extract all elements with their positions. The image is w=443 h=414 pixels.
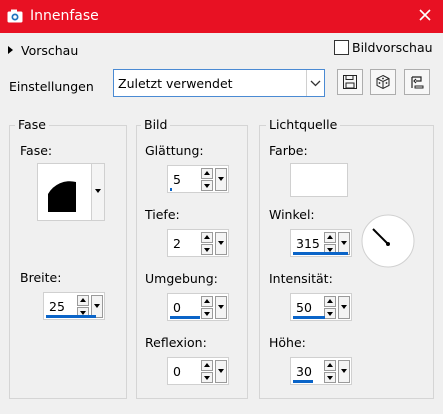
fase-group-title: Fase: [15, 117, 49, 132]
reset-button[interactable]: [404, 69, 430, 95]
reflexion-value[interactable]: 0: [173, 364, 181, 379]
decrement-button[interactable]: [201, 180, 213, 191]
settings-dropdown-value: Zuletzt verwendet: [118, 76, 233, 91]
glaettung-value[interactable]: 5: [173, 172, 181, 187]
glaettung-label: Glättung:: [145, 143, 204, 158]
checkbox-box[interactable]: [334, 40, 349, 55]
winkel-label: Winkel:: [269, 207, 315, 222]
slider-dropdown-button[interactable]: [215, 232, 227, 255]
intensitaet-label: Intensität:: [269, 271, 333, 286]
expand-triangle-icon: [8, 46, 13, 54]
increment-button[interactable]: [201, 168, 213, 179]
value-track: [293, 252, 348, 255]
slider-dropdown-button[interactable]: [215, 360, 227, 383]
save-icon: [343, 75, 357, 89]
settings-label: Einstellungen: [9, 79, 94, 94]
increment-button[interactable]: [201, 296, 213, 307]
slider-dropdown-button[interactable]: [215, 296, 227, 319]
umgebung-spinner[interactable]: 0: [167, 293, 229, 321]
title-bar: Innenfase: [0, 0, 443, 33]
increment-button[interactable]: [77, 295, 89, 306]
settings-dropdown[interactable]: Zuletzt verwendet: [113, 69, 325, 97]
increment-button[interactable]: [324, 232, 336, 243]
increment-button[interactable]: [201, 360, 213, 371]
hoehe-value[interactable]: 30: [296, 364, 312, 379]
bevel-shape-preview[interactable]: [37, 163, 92, 221]
value-track: [46, 315, 96, 318]
camera-icon: [7, 9, 23, 23]
value-track: [293, 316, 325, 319]
hoehe-spinner[interactable]: 30: [290, 357, 352, 385]
value-track: [293, 380, 313, 383]
breite-label: Breite:: [20, 270, 62, 285]
preview-label: Vorschau: [21, 42, 79, 58]
close-icon[interactable]: [416, 6, 434, 24]
decrement-button[interactable]: [201, 244, 213, 255]
bild-group-title: Bild: [141, 117, 171, 132]
bevel-shape-dropdown[interactable]: [91, 163, 105, 221]
angle-dial[interactable]: [360, 213, 416, 269]
breite-value[interactable]: 25: [49, 299, 65, 314]
image-preview-label: Bildvorschau: [352, 40, 433, 55]
slider-dropdown-button[interactable]: [215, 168, 227, 191]
tiefe-spinner[interactable]: 2: [167, 229, 229, 257]
reset-icon: [411, 76, 424, 89]
value-track: [170, 188, 172, 191]
decrement-button[interactable]: [324, 308, 336, 319]
lichtquelle-group-title: Lichtquelle: [266, 117, 341, 132]
save-preset-button[interactable]: [337, 69, 363, 95]
winkel-spinner[interactable]: 315: [290, 229, 352, 257]
value-track: [170, 316, 200, 319]
slider-dropdown-button[interactable]: [338, 296, 350, 319]
chevron-down-icon[interactable]: [306, 70, 324, 96]
increment-button[interactable]: [324, 360, 336, 371]
bevel-shape-icon: [48, 181, 76, 212]
slider-dropdown-button[interactable]: [338, 360, 350, 383]
dice-icon: [376, 74, 390, 90]
decrement-button[interactable]: [201, 308, 213, 319]
tiefe-value[interactable]: 2: [173, 236, 181, 251]
fase-label: Fase:: [20, 143, 53, 158]
decrement-button[interactable]: [324, 372, 336, 383]
reflexion-label: Reflexion:: [145, 335, 207, 350]
light-color-swatch[interactable]: [290, 163, 348, 197]
preview-toggle[interactable]: Vorschau: [8, 41, 78, 59]
glaettung-spinner[interactable]: 5: [167, 165, 229, 193]
intensitaet-spinner[interactable]: 50: [290, 293, 352, 321]
increment-button[interactable]: [324, 296, 336, 307]
intensitaet-value[interactable]: 50: [296, 300, 312, 315]
increment-button[interactable]: [201, 232, 213, 243]
umgebung-value[interactable]: 0: [173, 300, 181, 315]
window-title: Innenfase: [30, 8, 99, 24]
image-preview-checkbox[interactable]: Bildvorschau: [334, 40, 433, 55]
randomize-button[interactable]: [370, 69, 396, 95]
umgebung-label: Umgebung:: [145, 271, 218, 286]
chevron-down-icon: [95, 189, 101, 193]
farbe-label: Farbe:: [269, 143, 308, 158]
winkel-value[interactable]: 315: [296, 236, 320, 251]
hoehe-label: Höhe:: [269, 335, 306, 350]
reflexion-spinner[interactable]: 0: [167, 357, 229, 385]
tiefe-label: Tiefe:: [145, 207, 180, 222]
breite-spinner[interactable]: 25: [43, 292, 105, 320]
decrement-button[interactable]: [201, 372, 213, 383]
